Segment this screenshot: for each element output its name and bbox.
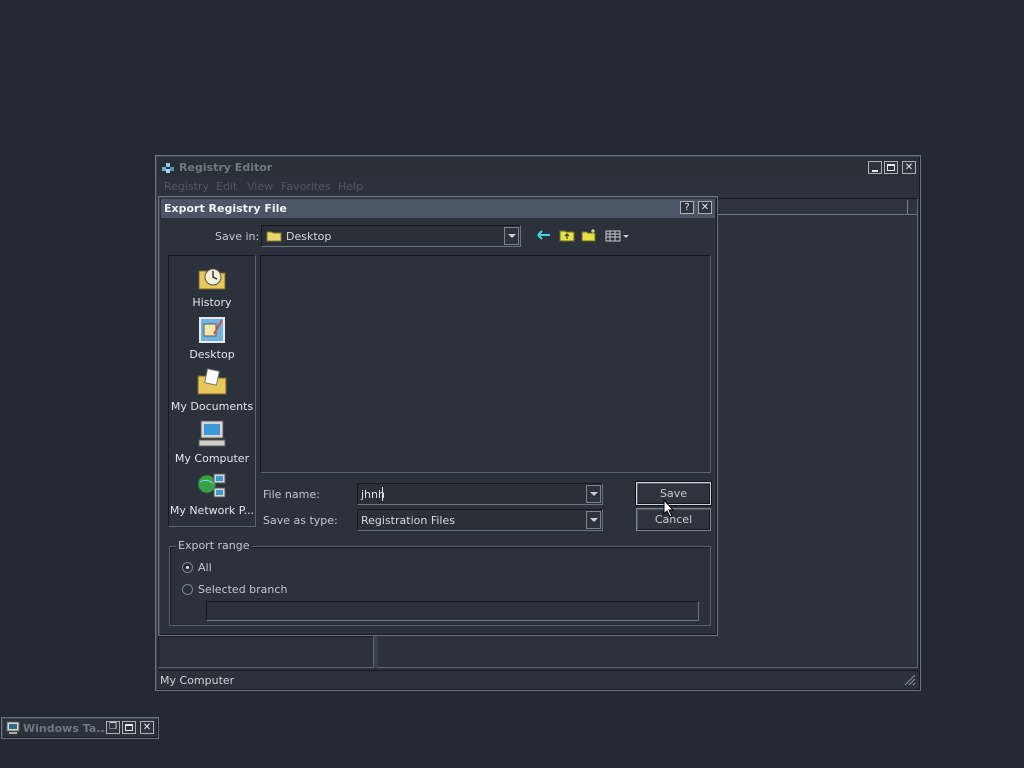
resize-grip-icon[interactable] — [904, 674, 916, 686]
status-text: My Computer — [160, 674, 235, 687]
maximize-button[interactable] — [884, 161, 898, 174]
menu-view[interactable]: View — [247, 180, 273, 193]
registry-editor-icon — [161, 160, 175, 174]
tree-pane[interactable] — [158, 636, 374, 668]
place-my-documents[interactable]: My Documents — [169, 366, 255, 413]
minimize-icon — [872, 169, 878, 172]
menu-help[interactable]: Help — [338, 180, 363, 193]
up-one-level-icon[interactable] — [559, 228, 575, 242]
column-divider[interactable] — [907, 200, 908, 214]
maximize-button[interactable] — [122, 721, 136, 734]
place-desktop[interactable]: Desktop — [169, 314, 255, 361]
help-icon: ? — [684, 201, 690, 213]
status-bar: My Computer — [158, 670, 918, 688]
my-computer-icon — [196, 418, 228, 450]
task-manager-title: Windows Ta... — [23, 722, 109, 735]
pane-splitter[interactable] — [374, 636, 378, 668]
menu-edit[interactable]: Edit — [216, 180, 237, 193]
export-range-group: Export range All Selected branch — [169, 539, 711, 626]
maximize-icon — [125, 724, 133, 731]
selected-branch-input[interactable] — [206, 601, 699, 621]
chevron-down-icon[interactable] — [504, 227, 519, 245]
export-range-legend: Export range — [176, 539, 252, 552]
restore-icon: ❐ — [108, 722, 118, 732]
new-folder-icon[interactable] — [581, 229, 597, 242]
save-in-dropdown[interactable]: Desktop — [261, 225, 521, 247]
radio-button-selected[interactable] — [182, 562, 193, 573]
folder-icon — [266, 230, 282, 242]
dialog-title: Export Registry File — [164, 202, 287, 215]
place-label: History — [192, 296, 232, 309]
place-history[interactable]: History — [169, 262, 255, 309]
history-icon — [196, 262, 228, 294]
dialog-title-bar[interactable]: Export Registry File ? ✕ — [161, 199, 715, 218]
file-list[interactable] — [260, 255, 711, 473]
close-button[interactable]: ✕ — [902, 161, 916, 174]
close-icon: ✕ — [142, 721, 152, 733]
dialog-close-button[interactable]: ✕ — [698, 201, 712, 214]
back-arrow-icon[interactable] — [537, 229, 551, 241]
chevron-down-icon[interactable] — [586, 485, 601, 503]
minimize-button[interactable] — [868, 161, 882, 174]
mouse-cursor-icon — [663, 498, 675, 518]
menu-favorites[interactable]: Favorites — [281, 180, 331, 193]
radio-branch-label: Selected branch — [198, 583, 288, 596]
close-icon: ✕ — [700, 201, 710, 213]
close-icon: ✕ — [904, 161, 914, 173]
registry-editor-title: Registry Editor — [179, 161, 273, 174]
chevron-down-icon[interactable] — [586, 511, 601, 529]
radio-button[interactable] — [182, 584, 193, 595]
export-dialog: Export Registry File ? ✕ Save in: Deskto… — [158, 196, 718, 636]
file-name-label: File name: — [263, 488, 320, 501]
place-my-computer[interactable]: My Computer — [169, 418, 255, 465]
minimized-window-taskmanager[interactable]: Windows Ta... ❐ ✕ — [1, 717, 159, 739]
registry-editor-menu-bar: Registry Edit View Favorites Help — [158, 178, 918, 196]
maximize-icon — [887, 164, 895, 171]
place-label: My Network P... — [169, 504, 255, 517]
my-documents-icon — [196, 366, 228, 398]
place-my-network-places[interactable]: My Network P... — [169, 470, 255, 517]
place-label: My Documents — [170, 400, 254, 413]
registry-editor-title-bar[interactable]: Registry Editor ✕ — [158, 158, 918, 177]
close-button[interactable]: ✕ — [140, 721, 154, 734]
view-menu-icon[interactable] — [605, 230, 631, 242]
radio-all-label: All — [198, 561, 212, 574]
menu-registry[interactable]: Registry — [164, 180, 209, 193]
place-label: My Computer — [174, 452, 250, 465]
save-as-type-value: Registration Files — [361, 514, 455, 527]
my-network-places-icon — [196, 470, 228, 502]
save-as-type-dropdown[interactable]: Registration Files — [357, 509, 603, 531]
save-in-label: Save in: — [215, 230, 260, 243]
save-in-value: Desktop — [286, 230, 332, 243]
text-caret — [382, 487, 383, 501]
places-bar: History Desktop My Documents My Computer… — [168, 255, 256, 527]
file-name-combobox[interactable]: jhnh — [357, 483, 603, 505]
desktop-icon — [196, 314, 228, 346]
place-label: Desktop — [189, 348, 235, 361]
restore-button[interactable]: ❐ — [106, 721, 120, 734]
save-as-type-label: Save as type: — [263, 514, 338, 527]
task-manager-icon — [6, 721, 20, 735]
help-button[interactable]: ? — [680, 201, 694, 214]
